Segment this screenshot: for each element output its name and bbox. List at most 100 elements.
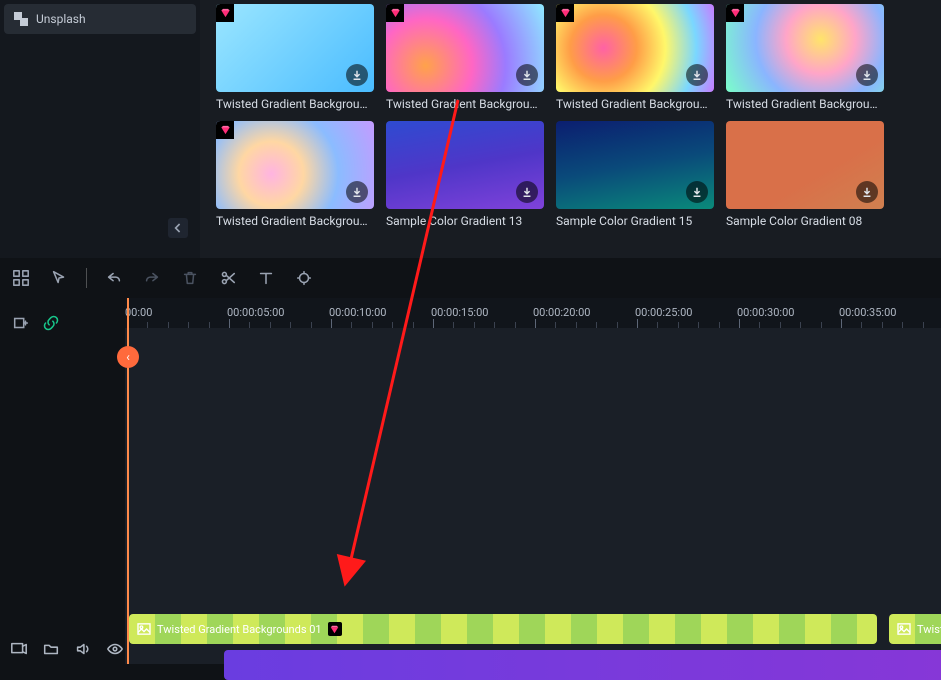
timeline[interactable]: 00:0000:00:05:0000:00:10:0000:00:15:0000… xyxy=(0,298,941,664)
media-card[interactable]: Twisted Gradient Backgroun... xyxy=(216,4,374,111)
ruler-tick xyxy=(535,319,536,328)
media-label: Sample Color Gradient 08 xyxy=(726,214,884,228)
folder-icon xyxy=(42,640,60,658)
premium-icon xyxy=(726,4,744,22)
ruler-tick xyxy=(229,319,230,328)
download-button[interactable] xyxy=(516,181,538,203)
download-button[interactable] xyxy=(516,64,538,86)
ruler-tick xyxy=(739,319,740,328)
image-icon xyxy=(137,623,151,635)
image-icon xyxy=(897,623,911,635)
playhead-handle[interactable]: ‹ xyxy=(117,346,139,368)
media-label: Twisted Gradient Backgroun... xyxy=(216,214,374,228)
clip-label: Twisted Gradient Backgrounds 01 xyxy=(157,623,322,636)
premium-icon xyxy=(328,622,342,636)
media-label: Twisted Gradient Backgroun... xyxy=(726,97,884,111)
pointer-button[interactable] xyxy=(48,267,70,289)
track-tools xyxy=(0,634,125,664)
split-button[interactable] xyxy=(217,267,239,289)
clip-label: Twist xyxy=(917,623,941,636)
timeline-clip[interactable]: Twisted Gradient Backgrounds 01 xyxy=(129,614,877,644)
media-card[interactable]: Sample Color Gradient 15 xyxy=(556,121,714,228)
delete-button[interactable] xyxy=(179,267,201,289)
redo-icon xyxy=(143,269,161,287)
cursor-icon xyxy=(50,269,68,287)
link-toggle-button[interactable] xyxy=(40,312,62,334)
layout-button[interactable] xyxy=(10,267,32,289)
media-thumbnail[interactable] xyxy=(726,4,884,92)
media-card[interactable]: Sample Color Gradient 13 xyxy=(386,121,544,228)
media-thumbnail[interactable] xyxy=(216,4,374,92)
media-label: Twisted Gradient Backgroun... xyxy=(556,97,714,111)
media-card[interactable]: Twisted Gradient Backgroun... xyxy=(556,4,714,111)
redo-button[interactable] xyxy=(141,267,163,289)
ruler-major-label: 00:00:35:00 xyxy=(839,306,896,319)
ruler-major-label: 00:00:30:00 xyxy=(737,306,794,319)
add-track-button[interactable] xyxy=(10,312,32,334)
text-button[interactable] xyxy=(255,267,277,289)
download-button[interactable] xyxy=(346,64,368,86)
link-icon xyxy=(42,314,60,332)
track-area[interactable]: Twisted Gradient Backgrounds 01 Twist xyxy=(125,328,941,664)
library-sidebar: Unsplash xyxy=(0,0,200,258)
media-label: Twisted Gradient Backgroun... xyxy=(386,97,544,111)
chevron-left-icon xyxy=(174,223,182,233)
premium-icon xyxy=(556,4,574,22)
ruler-tick xyxy=(433,319,434,328)
sidebar-item-unsplash[interactable]: Unsplash xyxy=(4,4,196,34)
premium-icon xyxy=(216,4,234,22)
media-thumbnail[interactable] xyxy=(556,121,714,209)
media-card[interactable]: Twisted Gradient Backgroun... xyxy=(726,4,884,111)
mute-button[interactable] xyxy=(74,638,92,660)
folder-button[interactable] xyxy=(42,638,60,660)
download-button[interactable] xyxy=(856,64,878,86)
ruler-major-label: 00:00 xyxy=(125,306,152,319)
media-label: Twisted Gradient Backgroun... xyxy=(216,97,374,111)
download-button[interactable] xyxy=(346,181,368,203)
scissors-icon xyxy=(219,269,237,287)
unsplash-icon xyxy=(14,12,28,26)
download-button[interactable] xyxy=(856,181,878,203)
ruler-tick xyxy=(331,319,332,328)
media-thumbnail[interactable] xyxy=(726,121,884,209)
ruler-major-label: 00:00:05:00 xyxy=(227,306,284,319)
timeline-clip[interactable] xyxy=(224,650,941,680)
sidebar-item-label: Unsplash xyxy=(36,12,86,26)
time-ruler[interactable]: 00:0000:00:05:0000:00:10:0000:00:15:0000… xyxy=(125,298,941,328)
ruler-major-label: 00:00:15:00 xyxy=(431,306,488,319)
playhead[interactable]: ‹ xyxy=(127,298,129,664)
media-icon xyxy=(10,640,28,658)
add-track-icon xyxy=(12,314,30,332)
media-card[interactable]: Sample Color Gradient 08 xyxy=(726,121,884,228)
eye-icon xyxy=(106,640,124,658)
media-card[interactable]: Twisted Gradient Backgroun... xyxy=(216,121,374,228)
ruler-major-label: 00:00:25:00 xyxy=(635,306,692,319)
ruler-major-label: 00:00:20:00 xyxy=(533,306,590,319)
timeline-clip[interactable]: Twist xyxy=(889,614,941,644)
media-thumbnail[interactable] xyxy=(386,121,544,209)
undo-icon xyxy=(105,269,123,287)
trash-icon xyxy=(181,269,199,287)
text-icon xyxy=(257,269,275,287)
download-button[interactable] xyxy=(686,181,708,203)
media-type-button[interactable] xyxy=(10,638,28,660)
ruler-tick xyxy=(637,319,638,328)
media-thumbnail[interactable] xyxy=(556,4,714,92)
ruler-tick xyxy=(841,319,842,328)
timeline-gutter xyxy=(0,298,125,664)
undo-button[interactable] xyxy=(103,267,125,289)
premium-icon xyxy=(386,4,404,22)
media-thumbnail[interactable] xyxy=(386,4,544,92)
media-panel: Twisted Gradient Backgroun... Twisted Gra… xyxy=(200,0,941,258)
crop-button[interactable] xyxy=(293,267,315,289)
media-label: Sample Color Gradient 15 xyxy=(556,214,714,228)
crop-icon xyxy=(295,269,313,287)
collapse-sidebar-button[interactable] xyxy=(168,218,188,238)
speaker-icon xyxy=(74,640,92,658)
visibility-button[interactable] xyxy=(106,638,124,660)
download-button[interactable] xyxy=(686,64,708,86)
grid-icon xyxy=(12,269,30,287)
media-card[interactable]: Twisted Gradient Backgroun... xyxy=(386,4,544,111)
timeline-toolbar xyxy=(0,258,941,298)
media-thumbnail[interactable] xyxy=(216,121,374,209)
